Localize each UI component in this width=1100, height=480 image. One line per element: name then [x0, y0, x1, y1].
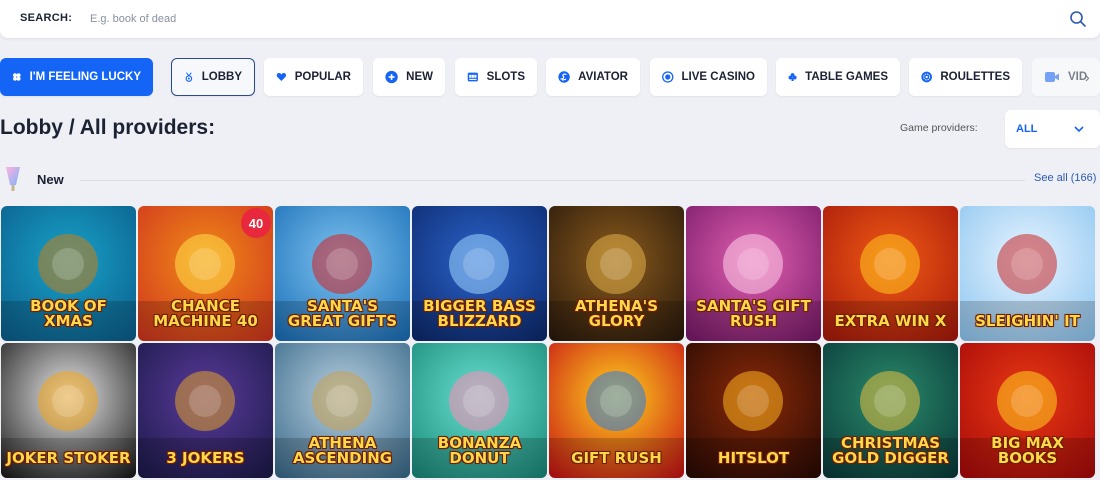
game-tile[interactable]: Santa's Great Gifts: [275, 206, 410, 341]
game-title: Bonanza Donut: [437, 434, 522, 467]
live-dot-icon: [662, 71, 674, 83]
game-title: Sleighin' it: [975, 312, 1080, 330]
game-title: Chance machine 40: [153, 297, 258, 330]
tab-slots[interactable]: SLOTS: [455, 58, 537, 96]
game-title: 3 Jokers: [166, 449, 245, 467]
club-suit-icon: [788, 73, 797, 82]
tab-table-games-label: TABLE GAMES: [805, 71, 888, 83]
game-tile[interactable]: Christmas Gold Digger: [823, 343, 958, 478]
scroll-right-icon[interactable]: ›: [1085, 69, 1090, 85]
providers-label: Game providers:: [900, 122, 978, 134]
game-tile[interactable]: Big Max Books: [960, 343, 1095, 478]
tab-live-casino-label: LIVE CASINO: [681, 71, 755, 83]
tab-popular-label: POPULAR: [294, 71, 351, 83]
tab-new-label: NEW: [406, 71, 433, 83]
tab-popular[interactable]: POPULAR: [264, 58, 363, 96]
section-title: New: [37, 172, 64, 187]
page-title: Lobby / All providers:: [0, 116, 216, 139]
game-tile[interactable]: 3 Jokers: [138, 343, 273, 478]
chevron-down-icon: [1074, 126, 1084, 133]
section-divider: [80, 180, 1025, 181]
game-title: Hitslot: [717, 449, 790, 467]
slot-machine-icon: [467, 72, 478, 82]
roulette-icon: [921, 71, 933, 83]
category-nav: I'M FEELING LUCKY LOBBY POPULAR NEW SLOT…: [0, 58, 1100, 96]
game-title: Athena's Glory: [574, 297, 659, 330]
heart-icon: [276, 72, 287, 82]
game-tile[interactable]: Joker Stoker: [1, 343, 136, 478]
tab-slots-label: SLOTS: [486, 71, 525, 83]
game-tile[interactable]: Bigger Bass Blizzard: [412, 206, 547, 341]
see-all-link[interactable]: See all (166): [1034, 172, 1096, 184]
plus-circle-icon: [385, 70, 398, 84]
game-title: Joker Stoker: [6, 449, 131, 467]
tab-table-games[interactable]: TABLE GAMES: [776, 58, 900, 96]
game-title: Santa's Great Gifts: [287, 297, 398, 330]
video-icon: [1045, 72, 1059, 82]
tab-aviator[interactable]: AVIATOR: [546, 58, 640, 96]
tab-lobby-label: LOBBY: [201, 71, 242, 83]
feeling-lucky-button[interactable]: I'M FEELING LUCKY: [0, 58, 153, 96]
tab-new[interactable]: NEW: [373, 58, 445, 96]
aviator-icon: [558, 71, 570, 83]
tab-live-casino[interactable]: LIVE CASINO: [650, 58, 767, 96]
medal-icon: [185, 72, 193, 82]
game-title: Christmas Gold Digger: [832, 434, 949, 467]
feeling-lucky-label: I'M FEELING LUCKY: [29, 71, 141, 83]
game-tile[interactable]: Santa's Gift Rush: [686, 206, 821, 341]
providers-value: ALL: [1016, 123, 1038, 135]
tab-roulettes-label: ROULETTES: [940, 71, 1010, 83]
popsicle-icon: [6, 167, 20, 191]
search-bar: SEARCH:: [0, 0, 1100, 38]
game-title: Extra Win X: [834, 312, 947, 330]
tab-lobby[interactable]: LOBBY: [171, 58, 255, 96]
game-title: Gift Rush: [571, 449, 662, 467]
game-tile[interactable]: Gift Rush: [549, 343, 684, 478]
search-icon[interactable]: [1069, 10, 1087, 28]
game-badge: 40: [241, 208, 271, 238]
game-tile[interactable]: Athena Ascending: [275, 343, 410, 478]
game-tile[interactable]: Bonanza Donut: [412, 343, 547, 478]
game-title: Athena Ascending: [292, 434, 393, 467]
search-label: SEARCH:: [20, 12, 73, 24]
providers-dropdown[interactable]: ALL: [1005, 110, 1100, 148]
game-tile[interactable]: Hitslot: [686, 343, 821, 478]
game-title: Big Max Books: [991, 434, 1064, 467]
game-tile[interactable]: Book of Xmas: [1, 206, 136, 341]
clover-icon: [13, 73, 21, 81]
search-input[interactable]: [90, 7, 990, 31]
game-tile[interactable]: Chance machine 40 40: [138, 206, 273, 341]
game-title: Santa's Gift Rush: [696, 297, 811, 330]
game-tile[interactable]: Athena's Glory: [549, 206, 684, 341]
game-title: Book of Xmas: [30, 297, 107, 330]
game-tile[interactable]: Extra Win X: [823, 206, 958, 341]
tab-roulettes[interactable]: ROULETTES: [909, 58, 1022, 96]
tab-aviator-label: AVIATOR: [578, 71, 628, 83]
game-title: Bigger Bass Blizzard: [423, 297, 536, 330]
game-tile[interactable]: Sleighin' it: [960, 206, 1095, 341]
